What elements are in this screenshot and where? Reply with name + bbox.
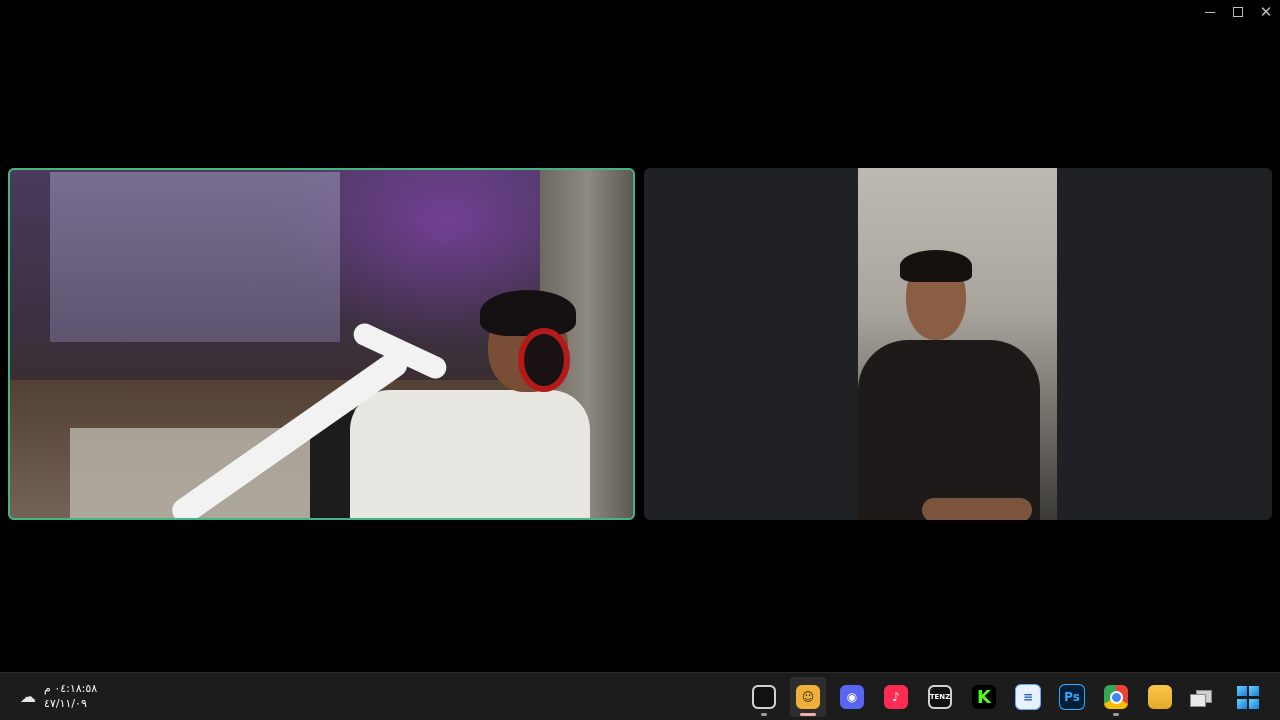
taskbar-apps: ☺ ◉ ♪ TENZ K ≡ Ps (746, 677, 1266, 717)
participant-body (858, 340, 1040, 520)
participant-video (858, 168, 1057, 520)
video-tile[interactable] (644, 168, 1272, 520)
taskbar-app-tenz[interactable]: TENZ (922, 677, 958, 717)
taskbar-app-notepad[interactable]: ≡ (1010, 677, 1046, 717)
running-indicator (761, 713, 767, 716)
participant-hand (922, 498, 1032, 520)
participant-hair (480, 290, 576, 336)
background-wall (50, 172, 340, 342)
headset (518, 328, 570, 392)
chrome-icon (1104, 685, 1128, 709)
taskbar-app-kick[interactable]: K (966, 677, 1002, 717)
participant-hair (900, 250, 972, 282)
minimize-icon (1205, 11, 1215, 13)
taskbar-app-tiktok[interactable]: ♪ (878, 677, 914, 717)
file-explorer-icon (1148, 685, 1172, 709)
running-indicator (800, 713, 816, 716)
tiktok-icon: ♪ (884, 685, 908, 709)
task-view-icon (1190, 685, 1216, 709)
video-tile-speaking[interactable] (8, 168, 635, 520)
taskbar-app-task-view[interactable] (1186, 677, 1222, 717)
start-button[interactable] (1230, 677, 1266, 717)
clock-date: ٤٧/١١/٠٩ (44, 697, 87, 710)
taskbar-app-bot[interactable]: ☺ (790, 677, 826, 717)
participant-body (350, 390, 590, 518)
discord-icon: ◉ (840, 685, 864, 709)
taskbar-app-file-explorer[interactable] (1142, 677, 1178, 717)
kick-icon: K (972, 685, 996, 709)
maximize-button[interactable] (1224, 0, 1252, 24)
clock[interactable]: ٠٤:١٨:٥٨ م ٤٧/١١/٠٩ (44, 681, 97, 711)
window-controls: ✕ (1196, 0, 1280, 24)
notepad-icon: ≡ (1015, 684, 1041, 710)
tenz-icon: TENZ (928, 685, 952, 709)
running-indicator (1113, 713, 1119, 716)
taskbar-app-photoshop[interactable]: Ps (1054, 677, 1090, 717)
clock-widget[interactable]: ☁ ٠٤:١٨:٥٨ م ٤٧/١١/٠٩ (20, 681, 97, 711)
maximize-icon (1233, 7, 1243, 17)
clock-time: ٠٤:١٨:٥٨ م (44, 682, 98, 695)
bot-icon: ☺ (796, 685, 820, 709)
photoshop-icon: Ps (1059, 684, 1085, 710)
taskbar: ☁ ٠٤:١٨:٥٨ م ٤٧/١١/٠٩ ☺ ◉ ♪ TENZ K ≡ Ps (0, 672, 1280, 720)
close-button[interactable]: ✕ (1252, 0, 1280, 24)
weather-icon[interactable]: ☁ (20, 687, 36, 706)
obs-icon (752, 685, 776, 709)
taskbar-app-discord[interactable]: ◉ (834, 677, 870, 717)
taskbar-app-obs[interactable] (746, 677, 782, 717)
start-icon (1236, 685, 1260, 709)
taskbar-app-chrome[interactable] (1098, 677, 1134, 717)
close-icon: ✕ (1259, 2, 1273, 21)
minimize-button[interactable] (1196, 0, 1224, 24)
